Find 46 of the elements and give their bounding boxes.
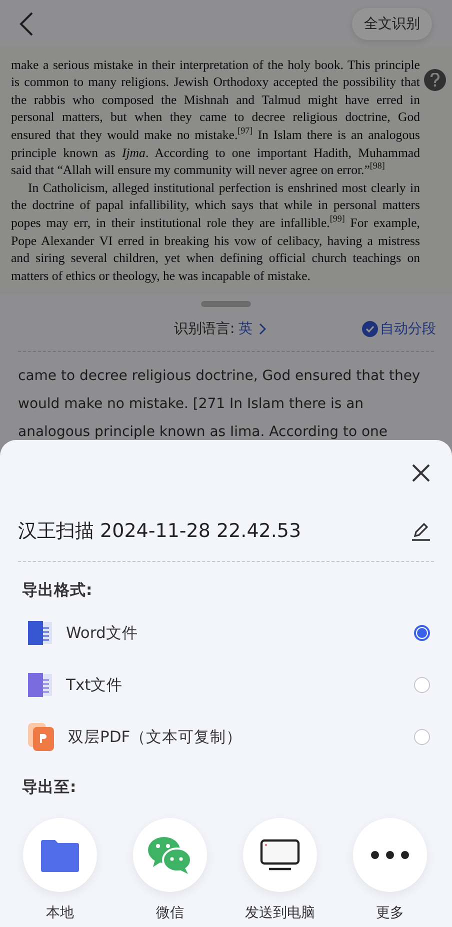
language-label: 识别语言: — [174, 320, 235, 338]
scanned-text-line: the rabbis who composed the Mishnah and Talmud might have erred in — [11, 92, 420, 109]
format-option[interactable]: 双层PDF（文本可复制） — [0, 711, 452, 763]
scanned-text-line: popes may err, in their institutional role they are infallible.$^{[99]}$ For example, — [11, 214, 420, 232]
close-button[interactable] — [410, 462, 432, 484]
scanned-text-line: principle known as Ijma. According to one important Hadith, Muhammad — [11, 144, 420, 162]
share-target-label: 微信 — [156, 904, 184, 922]
format-option[interactable]: Word文件 — [0, 607, 452, 659]
format-option[interactable]: Txt文件 — [0, 659, 452, 711]
scanned-text-line: ensured that they would make no mistake.$^{[97]}$ In Islam there is an analogous — [11, 127, 420, 144]
recognized-text-line: would make no mistake. [271 In Islam there is an — [18, 395, 365, 414]
auto-paragraph-toggle[interactable]: 自动分段 — [362, 320, 436, 338]
share-target-label: 更多 — [376, 904, 404, 922]
file-name: 汉王扫描 2024-11-28 22.42.53 — [18, 519, 302, 544]
scanned-text-line: In Catholicism, alleged institutional perfection is enshrined most clearly in — [27, 180, 420, 197]
scanned-text-line: said that “Allah will ensure my community will never agree on error.”$^{[98]}$ — [11, 162, 386, 180]
word-file-icon — [28, 621, 52, 645]
full-text-recognition-button[interactable]: 全文识别 — [352, 8, 432, 40]
monitor-icon — [260, 839, 300, 871]
folder-icon — [39, 838, 81, 872]
more-icon — [370, 850, 410, 860]
recognized-text-line: analogous principle known as Iima. According to one — [18, 423, 389, 442]
chevron-right-icon — [258, 323, 266, 335]
scanned-text-line: and siring several children, yet when defining official church teachings on — [11, 250, 420, 268]
scanned-text-line: is common to many religions. Jewish Orthodoxy accepted the possibility that — [11, 74, 420, 92]
destination-heading: 导出至: — [21, 777, 78, 798]
drag-handle[interactable] — [201, 301, 251, 307]
radio-button[interactable] — [414, 625, 430, 641]
help-icon[interactable] — [424, 69, 446, 91]
chat-bubbles-icon — [147, 835, 193, 875]
scanned-text-line: personal matters, but when they came to decree religious doctrine, God — [11, 109, 420, 126]
language-selector[interactable]: 英 — [234, 320, 266, 338]
recognized-text-line: came to decree religious doctrine, God ensured that they — [18, 367, 422, 386]
scanned-text-line: make a serious mistake in their interpretation of the holy book. This principle — [11, 56, 420, 74]
radio-button[interactable] — [414, 677, 430, 693]
pdf-file-icon — [28, 723, 54, 751]
check-circle-icon — [362, 321, 378, 337]
share-target-label: 本地 — [46, 904, 74, 922]
format-heading: 导出格式: — [21, 580, 94, 601]
text-file-icon — [28, 673, 52, 697]
scanned-text-line: the doctrine of papal infallibility, which says that while in personal matters — [11, 197, 420, 214]
scanned-text-line: Pope Alexander VI erred in breaking his vow of celibacy, having a mistress — [11, 232, 420, 250]
radio-button[interactable] — [414, 729, 430, 745]
edit-icon[interactable] — [410, 520, 432, 542]
scanned-text-line: matters of ethics or theology, he was incapable of mistake. — [11, 268, 312, 285]
share-target-label: 发送到电脑 — [245, 904, 315, 922]
